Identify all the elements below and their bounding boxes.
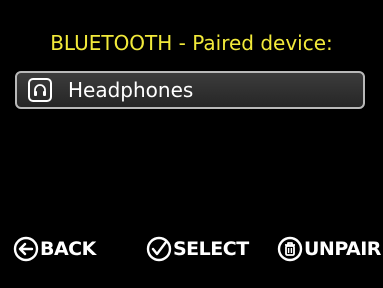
back-button[interactable]: BACK <box>13 234 96 264</box>
page-title: BLUETOOTH - Paired device: <box>50 31 333 55</box>
paired-device-item[interactable]: Headphones <box>15 71 365 109</box>
unpair-button[interactable]: UNPAIR <box>277 234 381 264</box>
trash-icon <box>277 236 303 262</box>
unpair-label: UNPAIR <box>304 238 381 260</box>
headphones-icon <box>28 78 52 102</box>
select-label: SELECT <box>173 238 249 260</box>
back-arrow-icon <box>13 236 39 262</box>
checkmark-icon <box>146 236 172 262</box>
select-button[interactable]: SELECT <box>146 234 249 264</box>
back-label: BACK <box>40 238 96 260</box>
device-label: Headphones <box>68 78 194 102</box>
